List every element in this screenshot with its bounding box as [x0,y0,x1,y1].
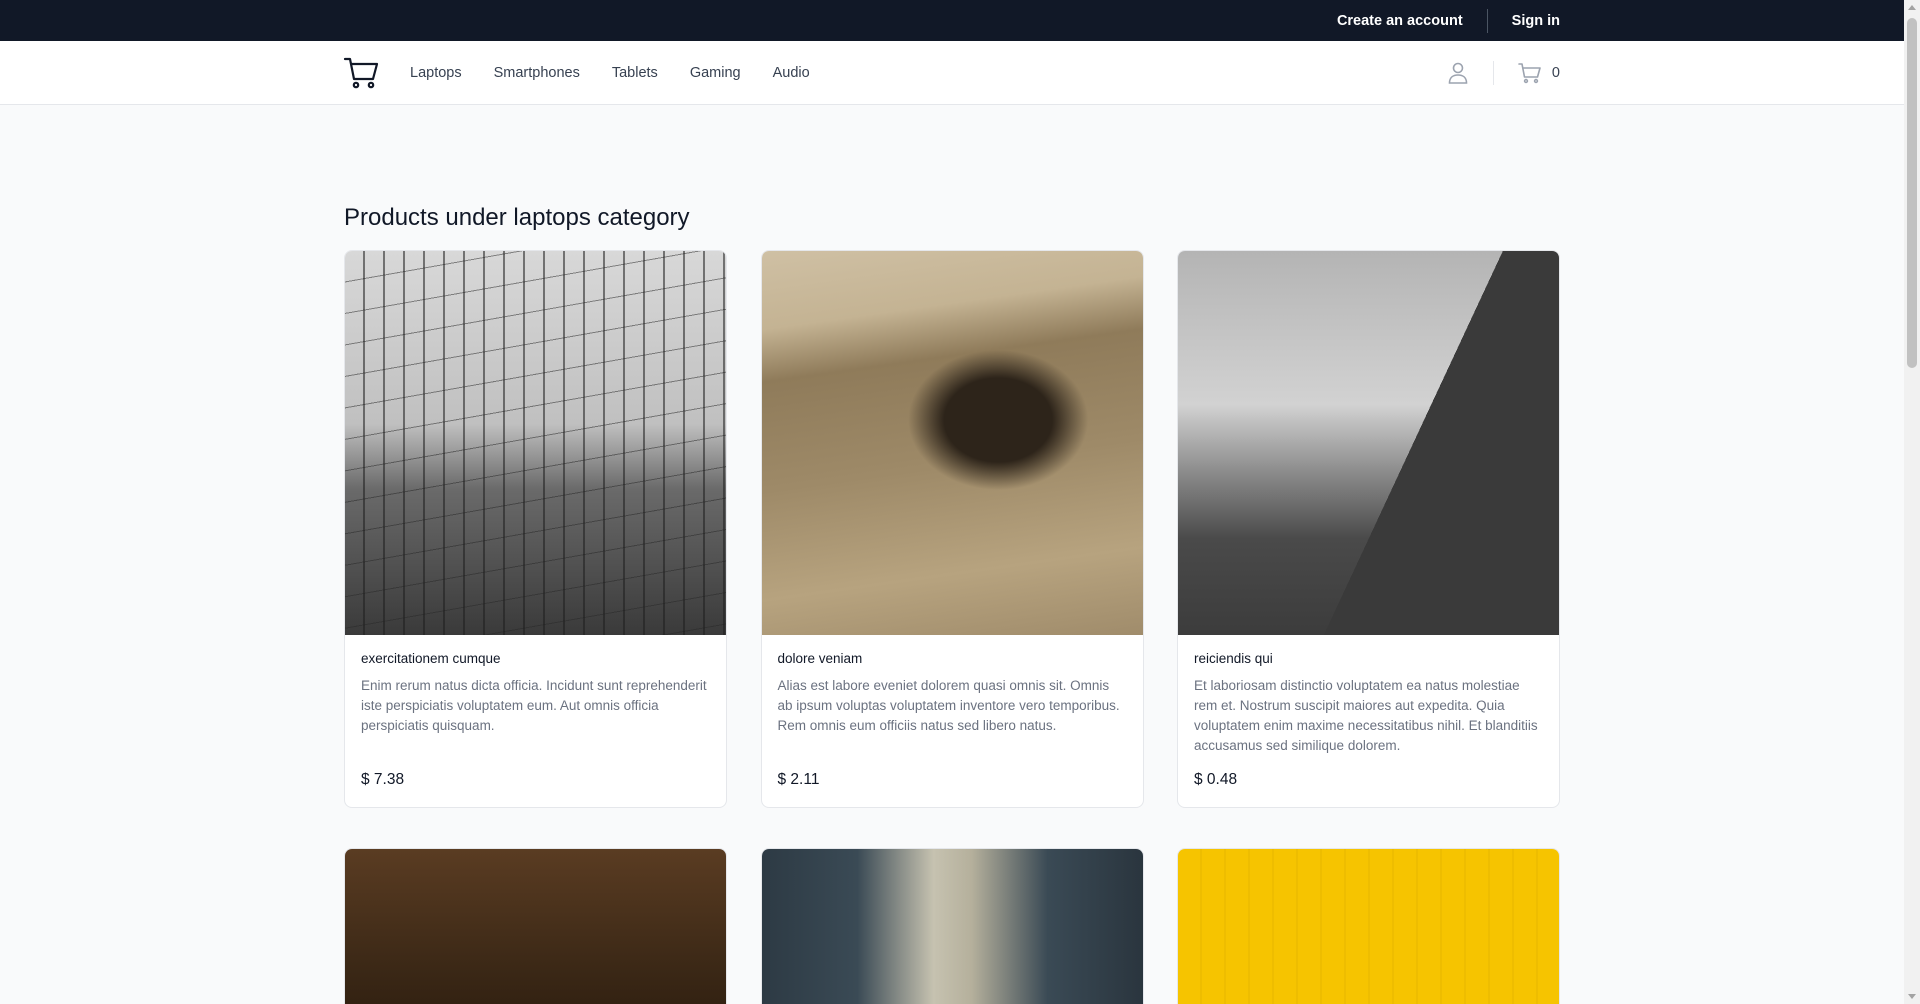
product-card[interactable]: reiciendis qui Et laboriosam distinctio … [1177,250,1560,808]
main-navbar: Laptops Smartphones Tablets Gaming Audio… [0,41,1904,105]
product-card[interactable] [344,848,727,1004]
top-bar-divider [1486,8,1488,33]
page-title: Products under laptops category [344,204,690,231]
category-nav: Laptops Smartphones Tablets Gaming Audio [410,41,810,105]
top-bar-links: Create an account Sign in [1337,0,1560,41]
nav-divider [1492,61,1494,85]
sign-in-link[interactable]: Sign in [1512,13,1560,29]
scrollbar-thumb[interactable] [1907,18,1917,368]
product-image[interactable] [761,849,1143,1004]
product-card[interactable]: dolore veniam Alias est labore eveniet d… [760,250,1144,808]
product-image[interactable] [1178,849,1559,1004]
page-scrollbar[interactable] [1904,0,1920,1004]
product-price: $ 7.38 [361,771,405,788]
product-price: $ 2.11 [777,771,820,788]
top-bar: Create an account Sign in [0,0,1904,41]
scroll-down-arrow-icon[interactable] [1908,994,1916,999]
product-grid: exercitationem cumque Enim rerum natus d… [344,250,1560,1004]
product-card[interactable] [1177,848,1560,1004]
create-account-link[interactable]: Create an account [1337,13,1463,29]
product-description: Enim rerum natus dicta officia. Incidunt… [361,678,707,733]
nav-tablets[interactable]: Tablets [612,65,658,81]
product-name[interactable]: reiciendis qui [1194,651,1543,666]
product-description: Alias est labore eveniet dolorem quasi o… [777,678,1120,733]
product-name[interactable]: exercitationem cumque [361,651,710,666]
product-price: $ 0.48 [1194,771,1238,788]
nav-audio[interactable]: Audio [773,65,810,81]
scroll-up-arrow-icon[interactable] [1908,5,1916,10]
cart-button[interactable]: 0 [1518,62,1560,84]
product-image[interactable] [345,251,726,635]
cart-icon [1518,63,1541,84]
user-icon[interactable] [1447,61,1469,85]
cart-logo-icon[interactable] [343,55,379,91]
nav-laptops[interactable]: Laptops [410,65,462,81]
cart-count: 0 [1551,65,1560,81]
product-card[interactable]: exercitationem cumque Enim rerum natus d… [344,250,727,808]
product-description: Et laboriosam distinctio voluptatem ea n… [1194,678,1538,753]
nav-smartphones[interactable]: Smartphones [494,65,580,81]
product-card[interactable] [760,848,1144,1004]
nav-gaming[interactable]: Gaming [690,65,741,81]
product-name[interactable]: dolore veniam [778,651,1127,666]
nav-actions: 0 [1447,41,1560,105]
product-image[interactable] [1178,251,1559,635]
product-image[interactable] [761,251,1143,635]
product-image[interactable] [345,849,726,1004]
